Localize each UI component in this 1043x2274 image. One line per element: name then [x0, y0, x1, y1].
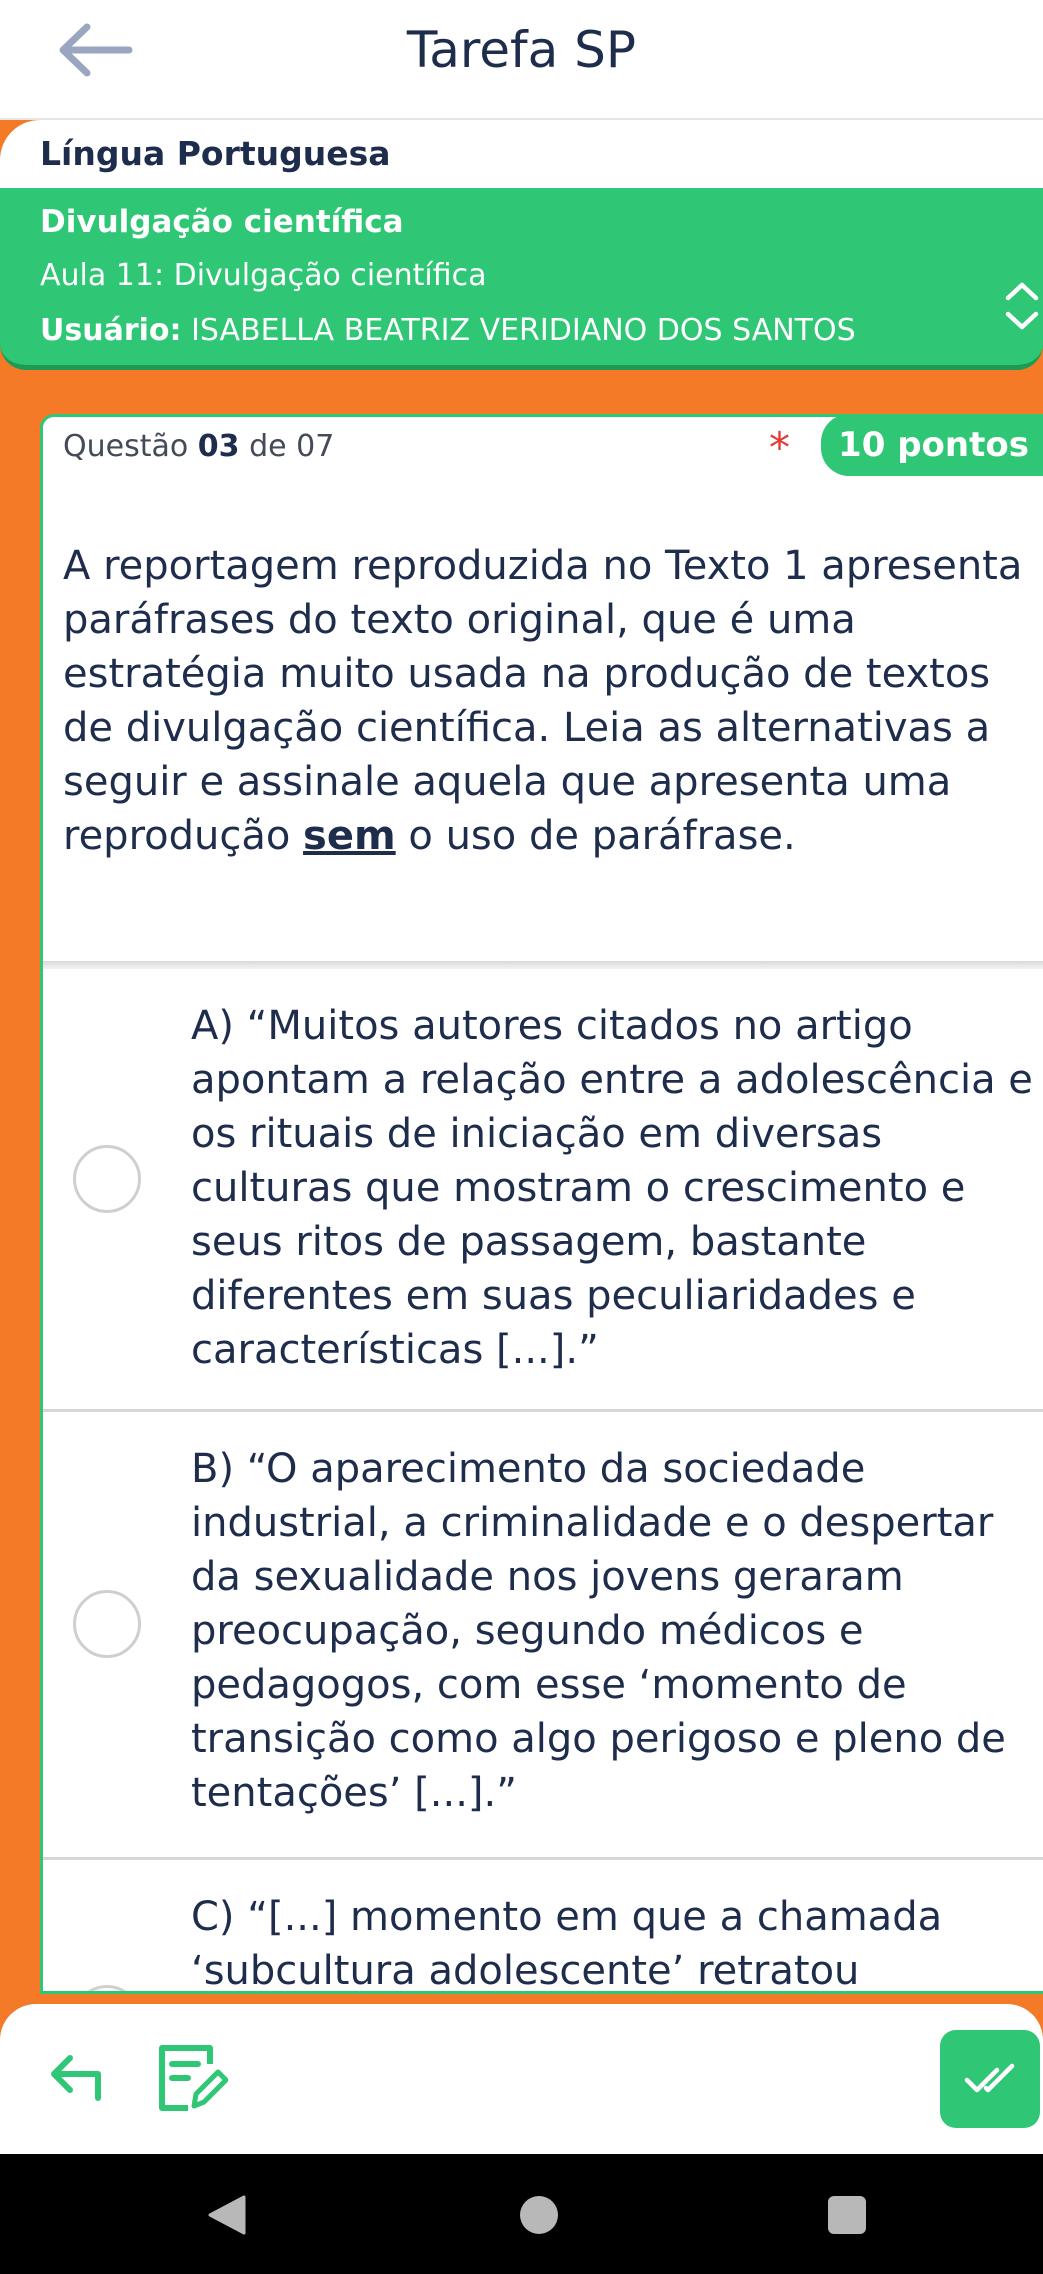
- option-a[interactable]: A) “Muitos autores citados no artigo apo…: [43, 969, 1043, 1413]
- page-title: Tarefa SP: [406, 21, 637, 79]
- statement-emphasis: sem: [303, 813, 396, 859]
- radio-option-c[interactable]: [73, 1985, 141, 1991]
- triangle-back-icon: [208, 2195, 246, 2235]
- counter-separator: de: [249, 429, 287, 464]
- subject-title: Língua Portuguesa: [40, 134, 391, 173]
- counter-prefix: Questão: [63, 429, 189, 464]
- question-counter: Questão 03 de 07: [63, 429, 334, 464]
- toolbar-edit-button[interactable]: [158, 2044, 229, 2112]
- system-back-button[interactable]: [206, 2194, 246, 2236]
- option-b-text: B) “O aparecimento da sociedade industri…: [191, 1446, 1006, 1816]
- statement-text-end: o uso de paráfrase.: [408, 813, 796, 859]
- circle-home-icon[interactable]: [520, 2196, 558, 2234]
- lesson-theme: Divulgação científica: [40, 204, 404, 240]
- option-c[interactable]: C) “[...] momento em que a chamada ‘subc…: [43, 1860, 1043, 1994]
- expand-toggle[interactable]: [1004, 278, 1040, 334]
- bottom-toolbar: [0, 2004, 1043, 2154]
- user-label: Usuário:: [40, 313, 182, 348]
- submit-button[interactable]: [940, 2030, 1040, 2128]
- return-arrow-icon: [51, 2055, 101, 2101]
- toolbar-back-button[interactable]: [44, 2046, 104, 2106]
- statement-divider: [43, 961, 1043, 969]
- radio-option-b[interactable]: [73, 1590, 141, 1658]
- edit-note-icon: [159, 2045, 229, 2111]
- question-statement: A reportagem reproduzida no Texto 1 apre…: [63, 539, 1023, 863]
- lesson-name: Aula 11: Divulgação científica: [40, 258, 487, 293]
- radio-option-a[interactable]: [73, 1145, 141, 1213]
- app-bar: Tarefa SP: [0, 0, 1043, 120]
- option-a-text: A) “Muitos autores citados no artigo apo…: [191, 1003, 1033, 1373]
- user-name: ISABELLA BEATRIZ VERIDIANO DOS SANTOS: [191, 313, 856, 348]
- total-questions: 07: [296, 429, 335, 464]
- option-b[interactable]: B) “O aparecimento da sociedade industri…: [43, 1412, 1043, 1860]
- statement-text: A reportagem reproduzida no Texto 1 apre…: [63, 543, 1023, 859]
- double-check-icon: [964, 2063, 1015, 2093]
- question-card: Questão 03 de 07 * 10 pontos A reportage…: [40, 414, 1043, 1994]
- square-recent-icon[interactable]: [828, 2196, 866, 2234]
- points-badge: 10 pontos: [821, 417, 1043, 476]
- user-info: Usuário: ISABELLA BEATRIZ VERIDIANO DOS …: [40, 313, 856, 348]
- current-question-number: 03: [197, 429, 240, 464]
- required-marker: *: [769, 423, 790, 472]
- option-c-text: C) “[...] momento em que a chamada ‘subc…: [191, 1894, 943, 1994]
- chevron-up-down-icon: [1005, 282, 1039, 330]
